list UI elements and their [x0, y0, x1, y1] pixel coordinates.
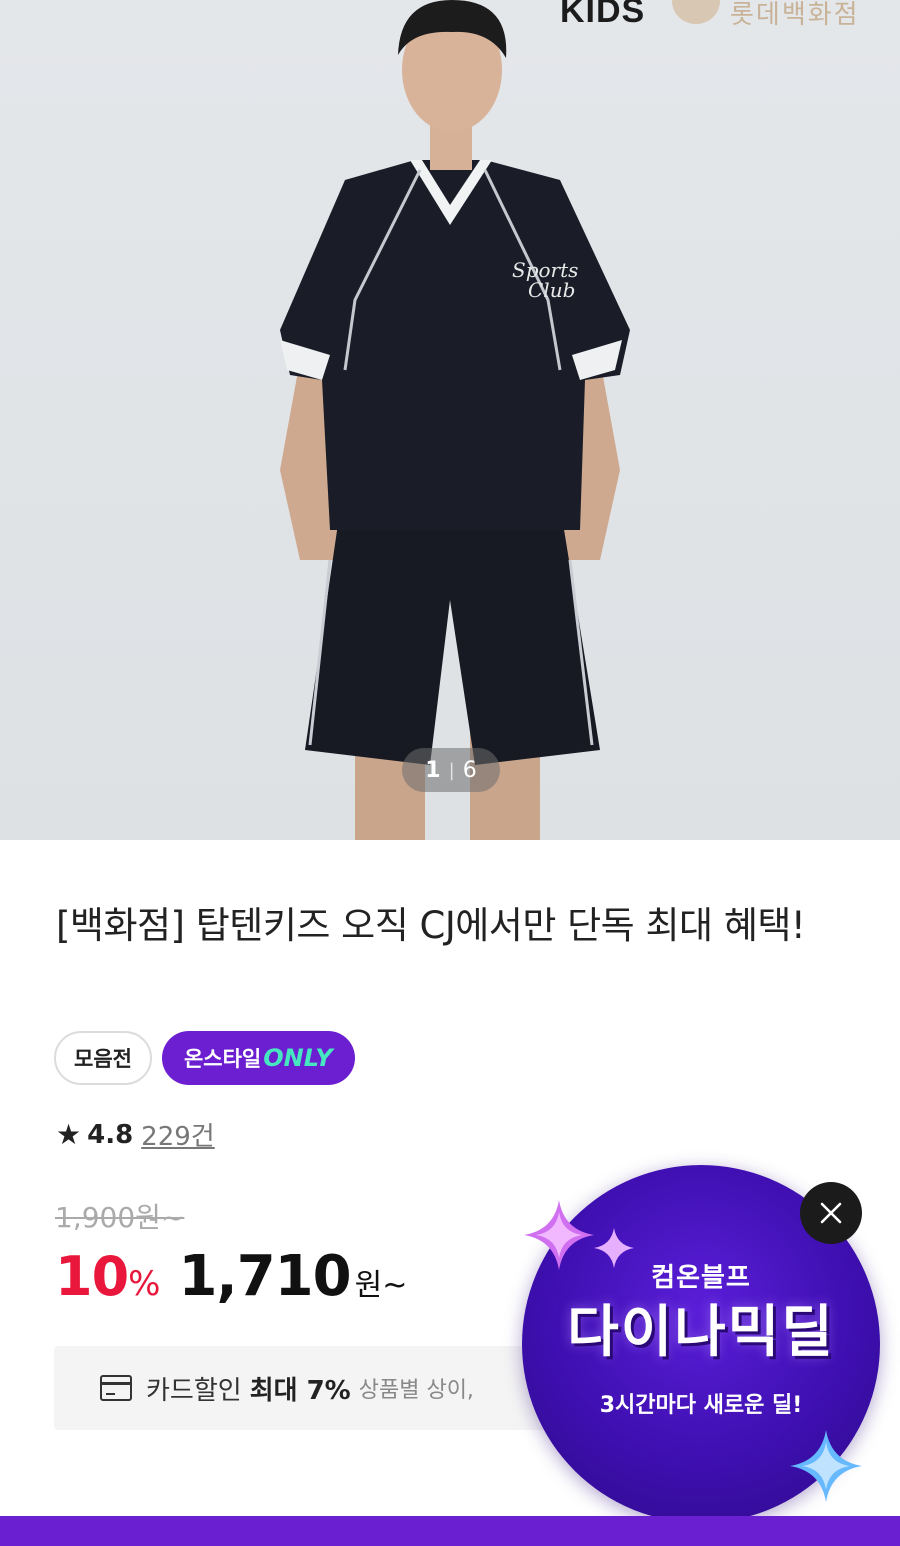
card-discount-note: 상품별 상이,: [358, 1378, 474, 1403]
counter-total: 6: [462, 757, 477, 783]
discount-rate: 10: [55, 1245, 129, 1308]
rating-score: 4.8: [87, 1119, 134, 1150]
tag-only-label: ONLY: [263, 1044, 333, 1072]
sparkle-icon: [790, 1430, 862, 1502]
product-title: [백화점] 탑텐키즈 오직 CJ에서만 단독 최대 혜택!: [56, 904, 806, 947]
close-promo-button[interactable]: [800, 1182, 862, 1244]
price-unit: 원~: [354, 1268, 408, 1303]
counter-separator: |: [448, 759, 455, 781]
review-count-link[interactable]: 229건: [141, 1116, 215, 1153]
star-icon: ★: [56, 1118, 82, 1151]
promo-title: 다이나믹딜: [567, 1300, 835, 1365]
brand-seal-text: 롯데백화점: [730, 0, 860, 30]
model-illustration: Sports Club: [280, 0, 630, 840]
credit-card-icon: [100, 1375, 132, 1401]
shirt-print: Club: [528, 278, 575, 302]
counter-current: 1: [425, 757, 441, 783]
brand-logo: KIDS: [560, 0, 646, 30]
price-row: 10 % 1,710 원~: [55, 1244, 407, 1309]
tag-onstyle-label: 온스타일: [183, 1047, 262, 1071]
sparkle-icon: [594, 1228, 634, 1268]
bottom-action-bar[interactable]: [0, 1516, 900, 1546]
sparkle-icon: [524, 1200, 594, 1270]
original-price: 1,900원~: [55, 1201, 185, 1234]
promo-subtitle: 3시간마다 새로운 딜!: [599, 1393, 803, 1418]
rating: ★ 4.8 229건: [56, 1116, 215, 1153]
card-discount-label: 카드할인: [146, 1375, 242, 1406]
tag-collection[interactable]: 모음전: [54, 1031, 152, 1085]
product-tags: 모음전 온스타일 ONLY: [54, 1031, 355, 1085]
discount-percent-sign: %: [128, 1264, 161, 1304]
image-page-counter: 1 | 6: [402, 748, 500, 792]
close-icon: [820, 1202, 842, 1224]
tag-onstyle-only[interactable]: 온스타일 ONLY: [161, 1031, 355, 1085]
sale-price: 1,710: [178, 1244, 351, 1309]
product-image[interactable]: Sports Club KIDS 롯데백화점 1 | 6: [0, 0, 900, 840]
card-discount-max: 최대 7%: [249, 1375, 351, 1406]
